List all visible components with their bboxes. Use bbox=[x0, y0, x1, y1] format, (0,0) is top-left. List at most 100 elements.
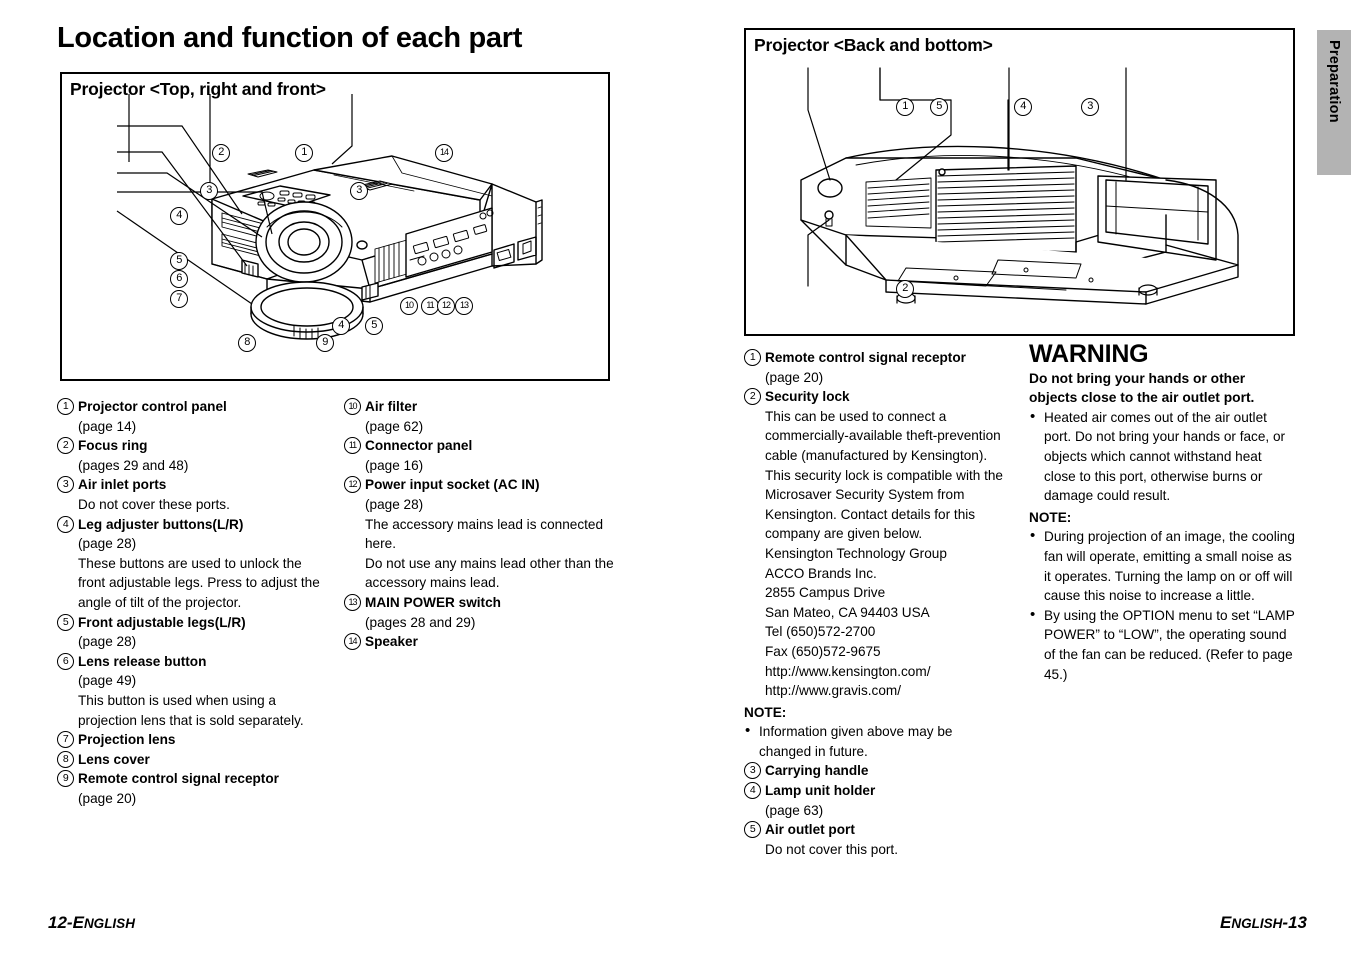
part-description: These buttons are used to unlock the fro… bbox=[78, 555, 320, 610]
part-name: Air outlet port bbox=[765, 822, 855, 838]
part-name: Focus ring bbox=[78, 438, 148, 454]
part-name: Front adjustable legs(L/R) bbox=[78, 614, 246, 630]
bullet-dot: • bbox=[1030, 605, 1036, 623]
part-description: Do not cover these ports. bbox=[78, 496, 230, 512]
part-number-badge: 5 bbox=[744, 821, 761, 839]
part-number-badge: 7 bbox=[57, 731, 74, 749]
part-description: (page 16) bbox=[365, 457, 424, 473]
part-description: (page 62) bbox=[365, 418, 424, 434]
bullet-dot: • bbox=[1030, 527, 1036, 545]
warning-bullet-text: Heated air comes out of the air outlet p… bbox=[1044, 409, 1286, 504]
part-number-badge: 3 bbox=[57, 476, 74, 494]
part-description: Do not cover this port. bbox=[765, 841, 898, 857]
part-item-13: 13 MAIN POWER switch (pages 28 and 29) bbox=[344, 593, 614, 632]
part-number-badge: 4 bbox=[57, 515, 74, 533]
part-number-badge: 6 bbox=[57, 652, 74, 670]
part-item-3: 3 Air inlet ports Do not cover these ports… bbox=[57, 475, 327, 514]
warning-bullet: • Heated air comes out of the air outlet … bbox=[1029, 408, 1297, 506]
note-heading: NOTE: bbox=[1029, 509, 1072, 525]
part-item-8: 8 Lens cover bbox=[57, 750, 327, 770]
part-description: (pages 29 and 48) bbox=[78, 457, 189, 473]
note-bullet: • By using the OPTION menu to set “LAMP P… bbox=[1029, 606, 1297, 684]
part-name: Speaker bbox=[365, 634, 418, 650]
bullet-dot: • bbox=[745, 722, 751, 740]
part-name: Security lock bbox=[765, 389, 850, 405]
part-description: (page 28) bbox=[78, 634, 137, 650]
side-tab-preparation: Preparation bbox=[1317, 30, 1351, 175]
left-page: Location and function of each part Proje… bbox=[0, 0, 700, 954]
part-item-12: 12 Power input socket (AC IN) (page 28) The… bbox=[344, 475, 614, 593]
part-number-badge: 13 bbox=[344, 593, 361, 611]
part-description: (page 20) bbox=[765, 369, 824, 385]
parts-list-right-column-1: 1 Remote control signal receptor (page 20)… bbox=[744, 348, 1006, 859]
part-number-badge: 5 bbox=[57, 613, 74, 631]
part-description: (page 63) bbox=[765, 802, 824, 818]
part-description: Kensington Technology Group bbox=[765, 545, 947, 561]
footer-left-lang: ENGLISH bbox=[72, 913, 135, 932]
part-description: San Mateo, CA 94403 USA bbox=[765, 604, 930, 620]
part-name: Remote control signal receptor bbox=[78, 771, 279, 787]
part-name: Connector panel bbox=[365, 438, 473, 454]
projector-back-bottom-illustration bbox=[800, 67, 1239, 305]
warning-column: WARNING Do not bring your hands or other … bbox=[1029, 340, 1297, 684]
part-name: Carrying handle bbox=[765, 763, 869, 779]
part-description: Do not use any mains lead other than the… bbox=[365, 555, 614, 591]
part-item-7: 7 Projection lens bbox=[57, 730, 327, 750]
part-number-badge: 11 bbox=[344, 437, 361, 455]
part-description: 2855 Campus Drive bbox=[765, 585, 886, 601]
part-number-badge: 14 bbox=[344, 633, 361, 651]
footer-right: ENGLISH-13 bbox=[1220, 913, 1307, 932]
figure-back-bottom: Projector <Back and bottom> bbox=[744, 28, 1295, 336]
manual-spread: Location and function of each part Proje… bbox=[0, 0, 1351, 954]
part-description: http://www.gravis.com/ bbox=[765, 683, 901, 699]
part-number-badge: 2 bbox=[57, 437, 74, 455]
part-description: (page 28) bbox=[365, 496, 424, 512]
part-name: Projector control panel bbox=[78, 399, 227, 414]
part-item-6: 6 Lens release button (page 49) This button… bbox=[57, 652, 327, 730]
part-description: http://www.kensington.com/ bbox=[765, 663, 931, 679]
part-item-5: 5 Air outlet port Do not cover this port. bbox=[744, 820, 1006, 859]
part-description: (page 14) bbox=[78, 418, 137, 434]
parts-list-column-1: 1 Projector control panel (page 14) 2 Focus … bbox=[57, 397, 327, 808]
part-description: The accessory mains lead is connected he… bbox=[365, 516, 604, 552]
part-description: (pages 28 and 29) bbox=[365, 614, 476, 630]
part-item-4: 4 Lamp unit holder (page 63) bbox=[744, 781, 1006, 820]
part-number-badge: 9 bbox=[57, 770, 74, 788]
part-description: This can be used to connect a commercial… bbox=[765, 408, 1003, 542]
part-item-5: 5 Front adjustable legs(L/R) (page 28) bbox=[57, 613, 327, 652]
part-item-3: 3 Carrying handle bbox=[744, 761, 1006, 781]
part-description: ACCO Brands Inc. bbox=[765, 565, 877, 581]
note-heading: NOTE: bbox=[744, 704, 787, 720]
part-number-badge: 1 bbox=[57, 398, 74, 415]
note-bullet-text: By using the OPTION menu to set “LAMP PO… bbox=[1044, 607, 1295, 682]
part-number-badge: 10 bbox=[344, 398, 361, 415]
part-name: Air filter bbox=[365, 399, 418, 414]
note-bullet-text: Information given above may be changed i… bbox=[759, 724, 953, 759]
part-number-badge: 12 bbox=[344, 476, 361, 494]
part-number-badge: 1 bbox=[744, 349, 761, 366]
part-name: Leg adjuster buttons(L/R) bbox=[78, 516, 244, 532]
part-name: Lamp unit holder bbox=[765, 783, 876, 799]
part-name: Remote control signal receptor bbox=[765, 350, 966, 365]
footer-left: 12-ENGLISH bbox=[48, 913, 135, 932]
part-number-badge: 4 bbox=[744, 782, 761, 800]
part-description: Tel (650)572-2700 bbox=[765, 624, 876, 640]
footer-left-page: 12 bbox=[48, 913, 67, 932]
part-item-2: 2 Security lock This can be used to connec… bbox=[744, 387, 1006, 701]
part-name: MAIN POWER switch bbox=[365, 594, 501, 610]
footer-right-page: 13 bbox=[1288, 913, 1307, 932]
part-number-badge: 8 bbox=[57, 750, 74, 768]
part-description: Fax (650)572-9675 bbox=[765, 643, 881, 659]
part-item-2: 2 Focus ring (pages 29 and 48) bbox=[57, 436, 327, 475]
footer-right-lang: ENGLISH bbox=[1220, 913, 1283, 932]
part-item-10: 10 Air filter (page 62) bbox=[344, 397, 614, 436]
figure-top-right-front: Projector <Top, right and front> bbox=[60, 72, 610, 381]
part-item-9: 9 Remote control signal receptor (page 20) bbox=[57, 769, 327, 808]
part-description: (page 49) bbox=[78, 673, 137, 689]
warning-title: WARNING bbox=[1029, 340, 1149, 368]
part-number-badge: 3 bbox=[744, 762, 761, 780]
part-name: Power input socket (AC IN) bbox=[365, 477, 540, 493]
warning-lead-text: Do not bring your hands or other objects… bbox=[1029, 370, 1255, 406]
side-tab-label: Preparation bbox=[1326, 40, 1342, 123]
part-item-1: 1 Remote control signal receptor (page 20) bbox=[744, 348, 1006, 387]
